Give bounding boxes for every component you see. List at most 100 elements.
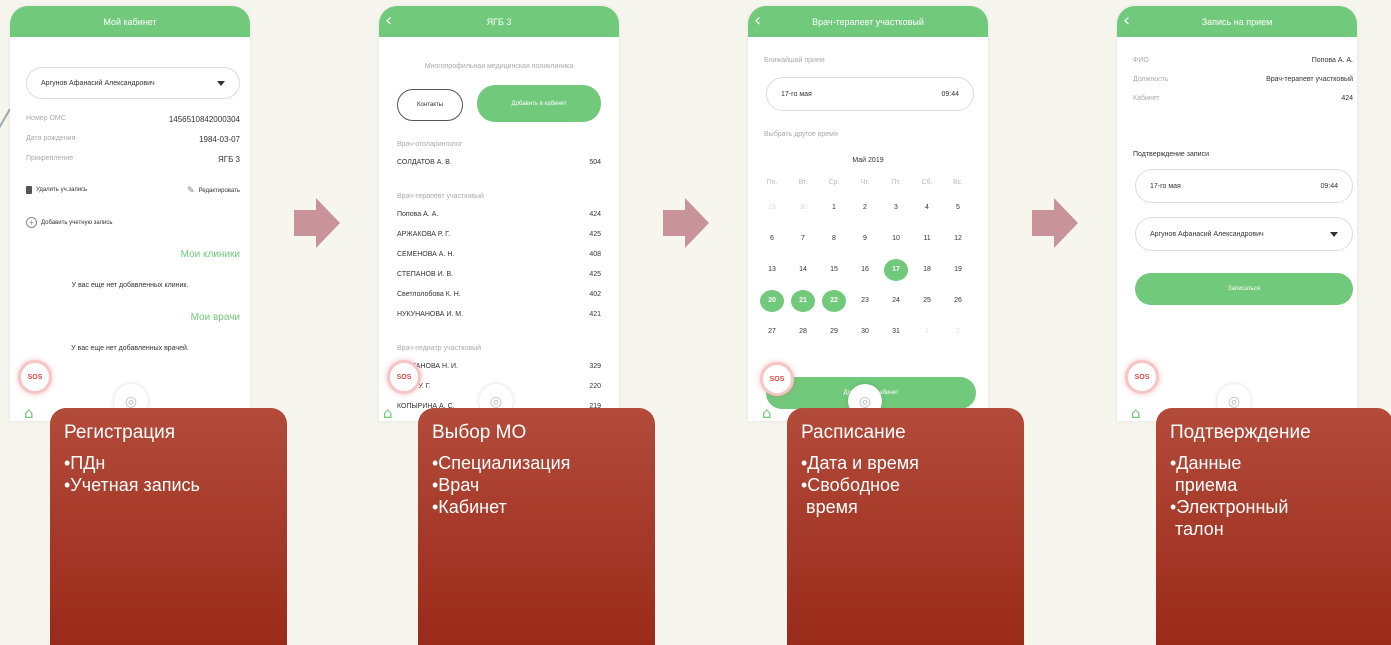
doctor-row[interactable]: Попова А. А. 424 [397,211,601,218]
weekday-label: Пт. [891,179,901,186]
weekday-label: Чт. [860,179,870,186]
calendar-day[interactable]: 6 [760,228,784,250]
add-label: Добавить в кабинет [511,100,567,107]
screen-my-cabinet: Мой кабинет Аргунов Афанасий Александров… [10,6,250,421]
doctor-row[interactable]: НУКУНАНОВА И. М. 421 [397,311,601,318]
doctor-room: 329 [589,363,601,370]
calendar-day[interactable]: 18 [915,259,939,281]
no-clinics-text: У вас еще нет добавленных клиник. [71,282,189,289]
calendar-day[interactable]: 17 [884,259,908,281]
sos-button[interactable]: SOS [18,360,52,394]
step-bullet: •Учетная запись [64,475,200,495]
step-card: Расписание •Дата и время •Свободное время [787,408,1024,645]
calendar-day[interactable]: 10 [884,228,908,250]
edit-label: Редактировать [198,188,240,194]
contacts-button[interactable]: Контакты [397,89,463,121]
doctor-row[interactable]: СТЕПАНОВ И. В. 425 [397,271,601,278]
home-icon[interactable]: ⌂ [24,404,34,421]
calendar-day[interactable]: 25 [915,290,939,312]
sos-button[interactable]: SOS [760,362,794,396]
calendar-day[interactable]: 1 [915,321,939,343]
doctor-row[interactable]: Светлолобова К. Н. 402 [397,291,601,298]
specialty-heading: Врач-педиатр участковый [397,345,482,352]
step-title: Выбор МО [432,422,527,443]
calendar-day[interactable]: 28 [791,321,815,343]
calendar-day[interactable]: 22 [822,290,846,312]
calendar-day[interactable]: 12 [946,228,970,250]
sos-button[interactable]: SOS [387,360,421,394]
date-slot[interactable]: 17-го мая 09:44 [1135,169,1353,203]
header: ‹ Запись на прием [1117,6,1357,37]
calendar-day[interactable]: 23 [853,290,877,312]
calendar-day[interactable]: 30 [853,321,877,343]
calendar-day[interactable]: 5 [946,197,970,219]
calendar-day[interactable]: 14 [791,259,815,281]
calendar-day[interactable]: 19 [946,259,970,281]
sos-button[interactable]: SOS [1125,360,1159,394]
doctor-room: 504 [589,159,601,166]
plus-circle-icon: + [26,217,37,228]
field-value: Попова А. А. [1311,57,1353,64]
weekday-label: Сб. [921,179,933,186]
field-row: Кабинет 424 [1133,95,1353,102]
back-icon[interactable]: ‹ [385,8,392,34]
patient-select[interactable]: Аргунов Афанасий Александрович [1135,217,1353,251]
add-account-button[interactable]: + Добавить учетную запись [26,217,113,228]
edit-button[interactable]: ✎ Редактировать [187,186,240,196]
calendar-day[interactable]: 29 [760,197,784,219]
submit-button[interactable]: Записаться [1135,273,1353,305]
calendar-day[interactable]: 1 [822,197,846,219]
doctor-room: 220 [589,383,601,390]
calendar-day[interactable]: 16 [853,259,877,281]
calendar-day[interactable]: 13 [760,259,784,281]
calendar-day[interactable]: 7 [791,228,815,250]
calendar-day[interactable]: 27 [760,321,784,343]
calendar-day[interactable]: 4 [915,197,939,219]
field-value: 424 [1341,95,1353,102]
field-row: Номер ОМС 1456510842000304 [26,115,240,124]
doctor-row[interactable]: СЕМЕНОВА А. Н. 408 [397,251,601,258]
calendar-day[interactable]: 8 [822,228,846,250]
doctor-row[interactable]: АРЖАКОВА Р. Г. 425 [397,231,601,238]
calendar-day[interactable]: 3 [884,197,908,219]
doctor-room: 425 [589,231,601,238]
calendar-day[interactable]: 26 [946,290,970,312]
weekday-label: Пн. [766,179,778,186]
confirm-label: Подтверждение записи [1133,151,1209,158]
doctor-room: 421 [589,311,601,318]
home-icon[interactable]: ⌂ [1131,404,1141,421]
calendar-day[interactable]: 9 [853,228,877,250]
calendar-day[interactable]: 2 [853,197,877,219]
doctor-row[interactable]: СОЛДАТОВ А. В. 504 [397,159,601,166]
calendar-day[interactable]: 29 [822,321,846,343]
header: ‹ ЯГБ 3 [379,6,619,37]
calendar-day[interactable]: 21 [791,290,815,312]
doctor-name: НУКУНАНОВА И. М. [397,311,464,318]
calendar-day[interactable]: 2 [946,321,970,343]
back-icon[interactable]: ‹ [1123,8,1130,34]
calendar-day[interactable]: 20 [760,290,784,312]
step-title: Регистрация [64,422,176,443]
field-row: Должность Врач-терапевт участковый [1133,76,1353,83]
doctor-row[interactable]: СТЕПАНОВА Н. И. 329 [397,363,601,370]
field-label: Номер ОМС [26,115,66,122]
calendar-day[interactable]: 30 [791,197,815,219]
calendar-day[interactable]: 11 [915,228,939,250]
home-icon[interactable]: ⌂ [383,404,393,421]
step-bullet: •Дата и время [801,453,919,473]
other-time-label: Выбрать другое время [764,131,838,138]
add-account-label: Добавить учетную запись [41,219,113,226]
user-select[interactable]: Аргунов Афанасий Александрович [26,67,240,99]
header-title: ЯГБ 3 [486,16,512,27]
calendar-day[interactable]: 24 [884,290,908,312]
calendar-day[interactable]: 15 [822,259,846,281]
back-icon[interactable]: ‹ [754,8,761,34]
doctor-room: 425 [589,271,601,278]
calendar-day[interactable]: 31 [884,321,908,343]
nearest-slot[interactable]: 17-го мая 09:44 [766,77,974,111]
delete-account-button[interactable]: Удалить уч.запись [26,186,87,194]
field-value: 1984-03-07 [199,135,240,144]
doctor-room: 402 [589,291,601,298]
add-to-cabinet-button[interactable]: Добавить в кабинет [477,85,601,122]
home-icon[interactable]: ⌂ [762,404,772,421]
